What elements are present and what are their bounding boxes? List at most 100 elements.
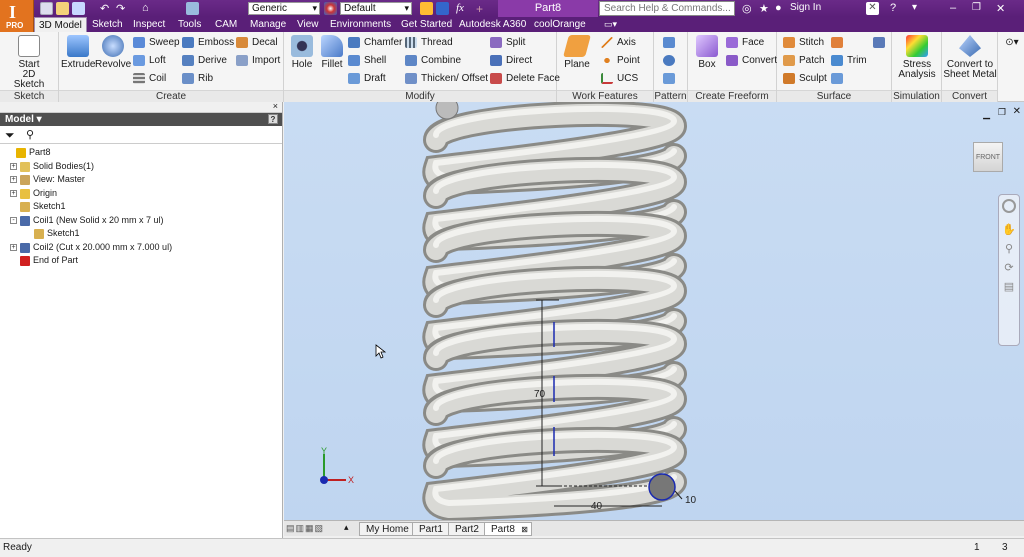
freeform-convert-button[interactable]: Convert (726, 54, 777, 67)
close-icon[interactable]: ✕ (996, 2, 1009, 15)
browser-close-icon[interactable]: × (273, 101, 278, 111)
sculpt-button[interactable]: Sculpt (783, 72, 827, 85)
stress-analysis-button[interactable]: Stress Analysis (895, 35, 939, 80)
convert-to-sheet-metal-button[interactable]: Convert to Sheet Metal (943, 35, 997, 80)
tab-cam[interactable]: CAM (211, 17, 241, 32)
exchange-icon[interactable]: ✕ (866, 2, 879, 15)
clear-appearance-icon[interactable] (420, 2, 433, 15)
help-icon[interactable]: ? (890, 2, 903, 15)
steering-wheel-icon[interactable] (1002, 199, 1016, 213)
find-icon[interactable]: ⚲ (26, 128, 34, 141)
tab-manage[interactable]: Manage (246, 17, 290, 32)
dimension-70[interactable]: 70 (534, 389, 546, 400)
sign-in-link[interactable]: Sign In (790, 2, 821, 13)
home-icon[interactable]: ⌂ (142, 2, 155, 15)
dimension-10[interactable]: 10 (685, 495, 697, 506)
open-icon[interactable] (56, 2, 69, 15)
tree-expander-icon[interactable]: + (10, 243, 17, 251)
pan-icon[interactable]: ✋ (999, 223, 1019, 236)
tab-environments[interactable]: Environments (326, 17, 395, 32)
tab-get-started[interactable]: Get Started (397, 17, 456, 32)
tree-expander-icon[interactable]: + (10, 162, 17, 170)
tree-node[interactable]: Sketch1 (0, 227, 282, 241)
derive-button[interactable]: Derive (182, 54, 227, 67)
shell-button[interactable]: Shell (348, 54, 386, 67)
help-dropdown-icon[interactable]: ▾ (912, 2, 925, 15)
doc-tab-part8[interactable]: Part8 ⊠ (484, 522, 532, 536)
extend-button[interactable] (831, 36, 845, 49)
browser-header[interactable]: Model ▾? (0, 113, 282, 126)
tree-expander-icon[interactable]: - (10, 216, 17, 224)
modify-panel-label[interactable]: Modify (284, 90, 556, 102)
dimension-40[interactable]: 40 (591, 501, 603, 512)
combine-button[interactable]: Combine (405, 54, 461, 67)
tree-node[interactable]: End of Part (0, 254, 282, 268)
add-icon[interactable]: + (476, 2, 489, 16)
replace-face-button[interactable] (831, 72, 845, 85)
application-menu-button[interactable]: I PRO (0, 0, 34, 32)
stitch-button[interactable]: Stitch (783, 36, 824, 49)
doc-tab-part1[interactable]: Part1 (412, 522, 450, 536)
orbit-icon[interactable]: ⟳ (999, 261, 1019, 274)
tab-view[interactable]: View (293, 17, 323, 32)
tab-sketch[interactable]: Sketch (88, 17, 127, 32)
tree-expander-icon[interactable]: + (10, 176, 17, 183)
adjust-icon[interactable] (436, 2, 449, 15)
new-icon[interactable] (40, 2, 53, 15)
rectangular-pattern-button[interactable] (663, 36, 677, 49)
point-button[interactable]: Point (601, 54, 640, 67)
ribbon-options-icon[interactable]: ⊙▾ (1003, 36, 1021, 49)
viewport-minimize-icon[interactable]: ▁ (983, 109, 990, 120)
ucs-button[interactable]: UCS (601, 72, 638, 85)
freeform-box-button[interactable]: Box (692, 35, 722, 70)
plane-button[interactable]: Plane (562, 35, 592, 70)
search-input[interactable]: Search Help & Commands... (599, 1, 735, 16)
doc-tab-my-home[interactable]: My Home (359, 522, 416, 536)
start-2d-sketch-button[interactable]: Start 2D Sketch (6, 35, 52, 90)
tree-expander-icon[interactable]: + (10, 189, 17, 197)
tab-autodesk-a360[interactable]: Autodesk A360 (455, 17, 530, 32)
appearance-dropdown[interactable]: Default (340, 2, 412, 15)
tab-menu-icon[interactable]: ▴ (344, 522, 349, 533)
import-button[interactable]: Import (236, 54, 280, 67)
tree-node[interactable]: + Solid Bodies(1) (0, 160, 282, 174)
decal-button[interactable]: Decal (236, 36, 278, 49)
sweep-button[interactable]: Sweep (133, 36, 180, 49)
viewport-restore-icon[interactable]: ❐ (998, 107, 1006, 118)
viewcube[interactable]: FRONT (973, 142, 1003, 172)
tab-overflow-icon[interactable]: ▭▾ (600, 17, 621, 32)
look-at-icon[interactable]: ▤ (999, 280, 1019, 293)
tab-inspect[interactable]: Inspect (129, 17, 169, 32)
filter-icon[interactable]: ⏷ (5, 128, 15, 143)
window-layout-icons[interactable]: ▤▥▦▧ (286, 523, 324, 534)
circular-pattern-button[interactable] (663, 54, 677, 67)
graphics-window[interactable]: 70 40 10 Y X FRONT ▁ ❐ ✕ ✋ ⚲ ⟳ ▤ (284, 102, 1024, 520)
trim-button[interactable]: Trim (831, 54, 867, 67)
hole-button[interactable]: Hole (287, 35, 317, 70)
tree-node[interactable]: Sketch1 (0, 200, 282, 214)
viewport-close-icon[interactable]: ✕ (1013, 106, 1021, 117)
tree-node[interactable]: + Origin (0, 187, 282, 201)
axis-button[interactable]: Axis (601, 36, 636, 49)
thicken-offset-button[interactable]: Thicken/ Offset (405, 72, 488, 85)
save-icon[interactable] (72, 2, 85, 15)
tab-3d-model[interactable]: 3D Model (34, 17, 87, 32)
material-dropdown[interactable]: Generic (248, 2, 320, 15)
zoom-icon[interactable]: ⚲ (999, 242, 1019, 255)
redo-icon[interactable]: ↷ (116, 2, 129, 15)
doc-tab-part2[interactable]: Part2 (448, 522, 486, 536)
tree-node[interactable]: + Coil2 (Cut x 20.000 mm x 7.000 ul) (0, 241, 282, 255)
tab-close-icon[interactable]: ⊠ (521, 523, 528, 537)
select-icon[interactable] (186, 2, 199, 15)
revolve-button[interactable]: Revolve (95, 35, 131, 70)
repair-button[interactable] (873, 36, 887, 49)
mirror-button[interactable] (663, 72, 677, 85)
split-button[interactable]: Split (490, 36, 525, 49)
rib-button[interactable]: Rib (182, 72, 213, 85)
coil-button[interactable]: Coil (133, 72, 166, 85)
tree-node[interactable]: - Coil1 (New Solid x 20 mm x 7 ul) (0, 214, 282, 228)
emboss-button[interactable]: Emboss (182, 36, 234, 49)
undo-icon[interactable]: ↶ (100, 2, 113, 15)
freeform-face-button[interactable]: Face (726, 36, 764, 49)
browser-help-icon[interactable]: ? (268, 114, 278, 124)
